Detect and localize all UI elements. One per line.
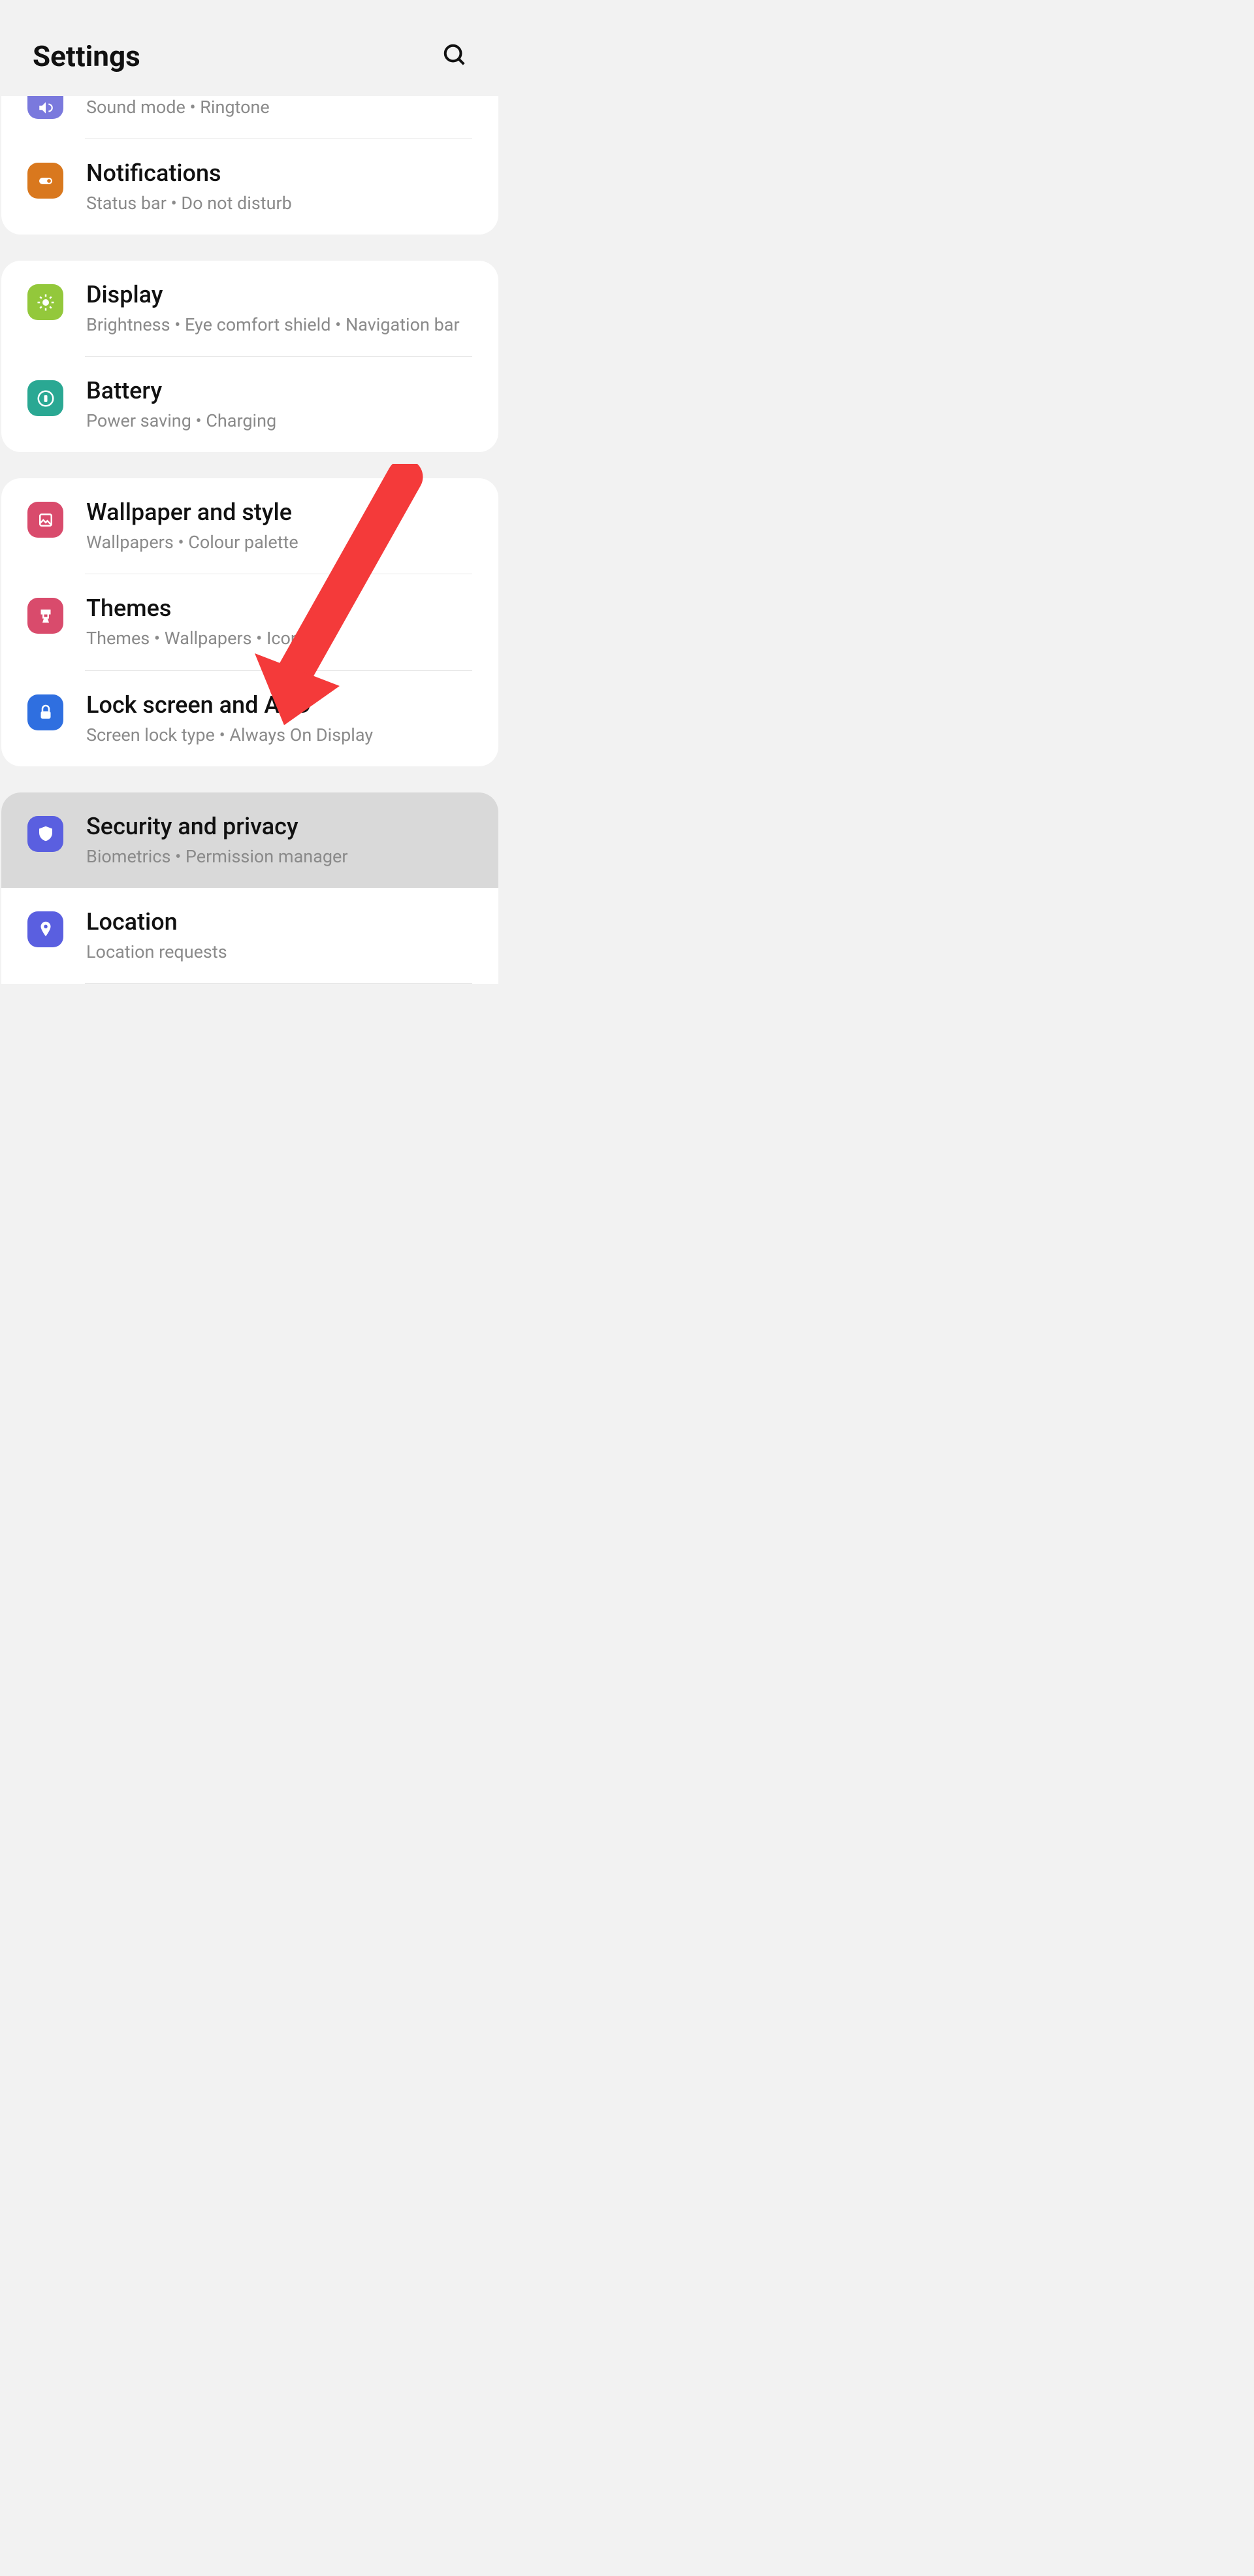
settings-section-sounds: Sound mode • Ringtone Notifications Stat…: [1, 96, 498, 235]
settings-row-title: Wallpaper and style: [86, 498, 472, 527]
settings-row-location[interactable]: Location Location requests: [1, 888, 498, 983]
settings-row-subtitle: Power saving • Charging: [86, 410, 472, 432]
shield-icon: [27, 816, 63, 852]
settings-row-title: Security and privacy: [86, 812, 472, 841]
settings-row-subtitle: Themes • Wallpapers • Icons: [86, 627, 472, 650]
settings-section-security: Security and privacy Biometrics • Permis…: [1, 792, 498, 984]
settings-row-subtitle: Status bar • Do not disturb: [86, 192, 472, 215]
settings-section-display: Display Brightness • Eye comfort shield …: [1, 261, 498, 452]
settings-row-title: Location: [86, 907, 472, 937]
settings-row-text: Battery Power saving • Charging: [86, 376, 472, 432]
settings-row-text: Themes Themes • Wallpapers • Icons: [86, 594, 472, 650]
settings-row-title: Display: [86, 280, 472, 310]
settings-row-text: Lock screen and AOD Screen lock type • A…: [86, 691, 472, 747]
page-title: Settings: [33, 39, 140, 73]
settings-row-display[interactable]: Display Brightness • Eye comfort shield …: [1, 261, 498, 356]
sun-icon: [27, 284, 63, 320]
settings-row-subtitle: Screen lock type • Always On Display: [86, 724, 472, 747]
settings-row-subtitle: Biometrics • Permission manager: [86, 845, 472, 868]
toggle-icon: [27, 163, 63, 199]
pin-icon: [27, 911, 63, 947]
settings-row-wallpaper[interactable]: Wallpaper and style Wallpapers • Colour …: [1, 478, 498, 574]
picture-icon: [27, 502, 63, 538]
settings-row-title: Lock screen and AOD: [86, 691, 472, 720]
settings-row-title: Battery: [86, 376, 472, 406]
settings-row-text: Location Location requests: [86, 907, 472, 964]
settings-row-subtitle: Brightness • Eye comfort shield • Naviga…: [86, 314, 472, 336]
settings-row-themes[interactable]: Themes Themes • Wallpapers • Icons: [1, 574, 498, 670]
header: Settings: [0, 0, 500, 96]
divider: [85, 983, 472, 984]
settings-row-security[interactable]: Security and privacy Biometrics • Permis…: [1, 792, 498, 888]
speaker-icon: [27, 96, 63, 119]
settings-row-title: Notifications: [86, 159, 472, 188]
settings-row-lockscreen[interactable]: Lock screen and AOD Screen lock type • A…: [1, 671, 498, 766]
settings-row-subtitle: Wallpapers • Colour palette: [86, 531, 472, 554]
search-icon[interactable]: [442, 42, 467, 70]
settings-row-text: Display Brightness • Eye comfort shield …: [86, 280, 472, 336]
settings-row-text: Sound mode • Ringtone: [86, 96, 472, 119]
settings-row-title: Themes: [86, 594, 472, 623]
settings-section-personalization: Wallpaper and style Wallpapers • Colour …: [1, 478, 498, 766]
lock-icon: [27, 694, 63, 730]
brush-icon: [27, 598, 63, 634]
settings-row-battery[interactable]: Battery Power saving • Charging: [1, 357, 498, 452]
battery-icon: [27, 380, 63, 416]
settings-row-text: Security and privacy Biometrics • Permis…: [86, 812, 472, 868]
settings-row-subtitle: Sound mode • Ringtone: [86, 96, 472, 119]
settings-row-subtitle: Location requests: [86, 941, 472, 964]
settings-row-notifications[interactable]: Notifications Status bar • Do not distur…: [1, 139, 498, 235]
settings-row-text: Wallpaper and style Wallpapers • Colour …: [86, 498, 472, 554]
settings-row-text: Notifications Status bar • Do not distur…: [86, 159, 472, 215]
settings-row-sounds[interactable]: Sound mode • Ringtone: [1, 96, 498, 139]
